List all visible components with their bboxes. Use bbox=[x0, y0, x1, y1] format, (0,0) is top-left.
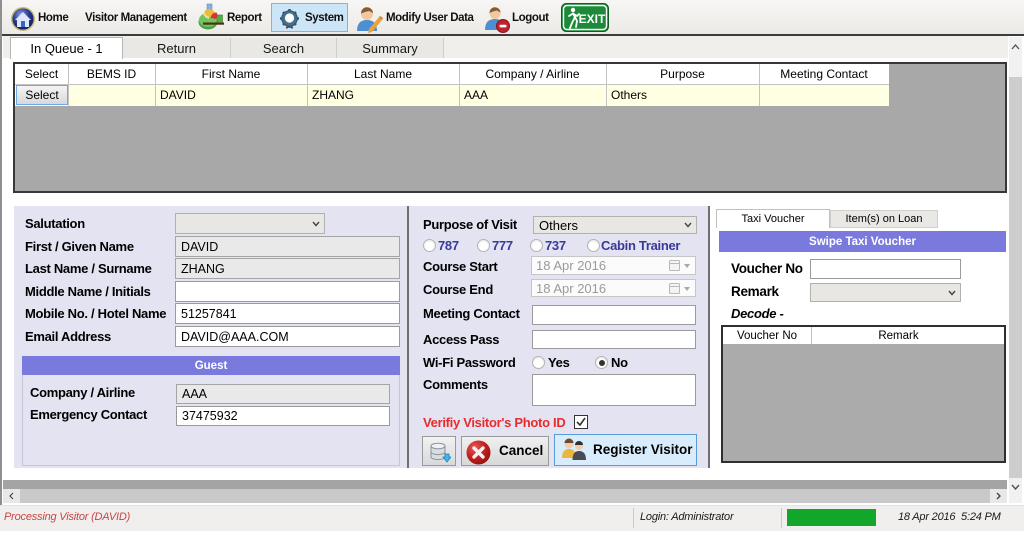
svg-text:EXIT: EXIT bbox=[579, 12, 606, 26]
